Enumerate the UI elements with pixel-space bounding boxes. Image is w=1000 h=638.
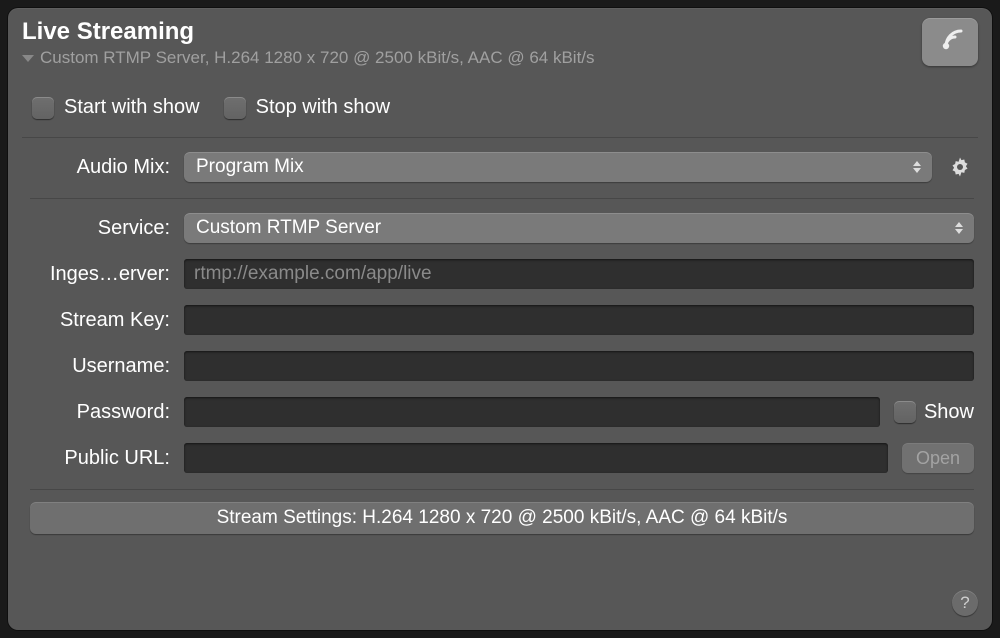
public-url-input[interactable] — [184, 443, 888, 473]
service-row: Service: Custom RTMP Server — [30, 213, 974, 243]
divider — [30, 489, 974, 490]
stop-with-show-checkbox[interactable] — [224, 97, 246, 119]
updown-arrows-icon — [950, 218, 968, 238]
live-streaming-panel: Live Streaming Custom RTMP Server, H.264… — [8, 8, 992, 630]
show-password-checkbox[interactable] — [894, 401, 916, 423]
audio-mix-row: Audio Mix: Program Mix — [30, 152, 974, 182]
service-value: Custom RTMP Server — [196, 217, 381, 239]
updown-arrows-icon — [908, 157, 926, 177]
help-button[interactable]: ? — [952, 590, 978, 616]
header-left: Live Streaming Custom RTMP Server, H.264… — [22, 18, 922, 68]
panel-title: Live Streaming — [22, 18, 922, 46]
username-label: Username: — [30, 355, 170, 378]
username-row: Username: — [30, 351, 974, 381]
panel-header: Live Streaming Custom RTMP Server, H.264… — [22, 18, 978, 68]
show-password-label: Show — [924, 401, 974, 424]
stream-key-label: Stream Key: — [30, 309, 170, 332]
audio-mix-select[interactable]: Program Mix — [184, 152, 932, 182]
service-select[interactable]: Custom RTMP Server — [184, 213, 974, 243]
ingest-server-label: Inges…erver: — [30, 263, 170, 286]
divider — [22, 137, 978, 138]
start-with-show-checkbox[interactable] — [32, 97, 54, 119]
password-label: Password: — [30, 401, 170, 424]
broadcast-icon — [935, 27, 965, 57]
disclosure-triangle-icon[interactable] — [22, 55, 34, 62]
open-button-label: Open — [916, 448, 960, 469]
stream-key-input[interactable] — [184, 305, 974, 335]
checkbox-row: Start with show Stop with show — [22, 96, 978, 119]
subtitle-text: Custom RTMP Server, H.264 1280 x 720 @ 2… — [40, 48, 595, 68]
open-url-button[interactable]: Open — [902, 443, 974, 473]
audio-mix-value: Program Mix — [196, 156, 304, 178]
ingest-server-input[interactable] — [184, 259, 974, 289]
subtitle-row[interactable]: Custom RTMP Server, H.264 1280 x 720 @ 2… — [22, 48, 922, 68]
help-icon: ? — [960, 593, 969, 613]
gear-icon — [948, 155, 972, 179]
stream-key-row: Stream Key: — [30, 305, 974, 335]
go-live-button[interactable] — [922, 18, 978, 66]
public-url-row: Public URL: Open — [30, 443, 974, 473]
start-with-show-label: Start with show — [64, 96, 200, 119]
divider — [30, 198, 974, 199]
ingest-server-row: Inges…erver: — [30, 259, 974, 289]
password-row: Password: Show — [30, 397, 974, 427]
start-with-show-option: Start with show — [32, 96, 200, 119]
stream-settings-button[interactable]: Stream Settings: H.264 1280 x 720 @ 2500… — [30, 502, 974, 534]
form: Audio Mix: Program Mix Service: Custom — [22, 152, 978, 534]
stop-with-show-label: Stop with show — [256, 96, 391, 119]
password-input[interactable] — [184, 397, 880, 427]
audio-mix-label: Audio Mix: — [30, 156, 170, 179]
stream-settings-label: Stream Settings: H.264 1280 x 720 @ 2500… — [217, 507, 788, 529]
password-show-group: Show — [894, 401, 974, 424]
audio-mix-settings-button[interactable] — [946, 153, 974, 181]
public-url-label: Public URL: — [30, 447, 170, 470]
username-input[interactable] — [184, 351, 974, 381]
service-label: Service: — [30, 217, 170, 240]
stop-with-show-option: Stop with show — [224, 96, 391, 119]
